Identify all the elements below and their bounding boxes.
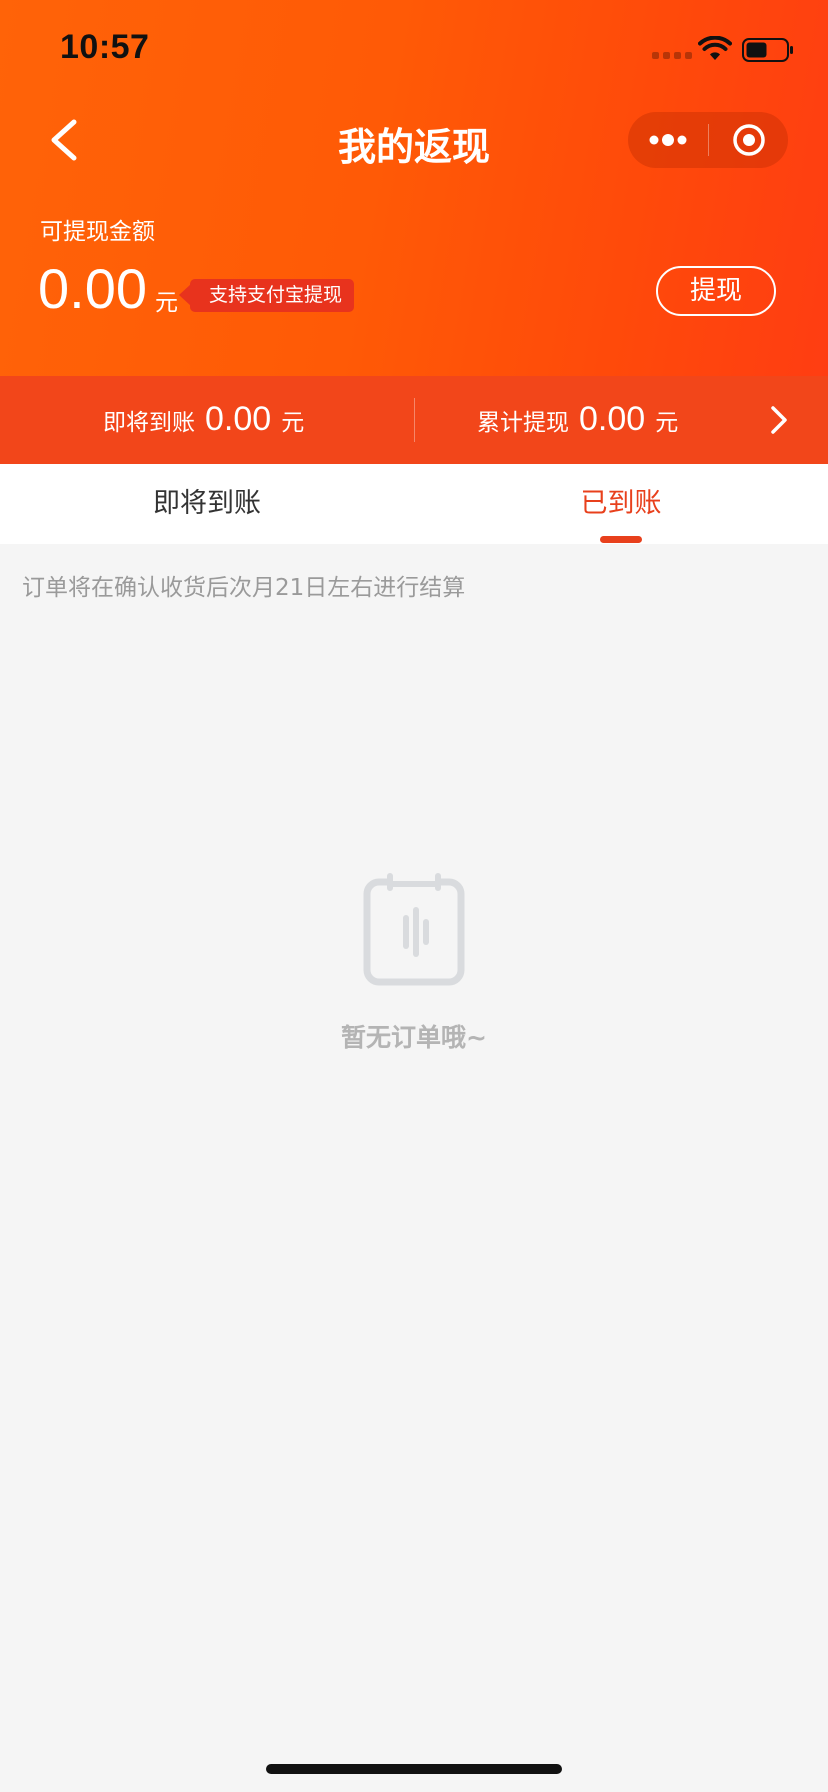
summary-total-unit: 元 [655,410,679,436]
summary-total-label: 累计提现 [477,410,569,436]
tab-bar: 即将到账 已到账 [0,464,828,544]
battery-icon [742,38,793,62]
close-button[interactable] [709,112,788,168]
chevron-right-icon[interactable] [768,404,790,436]
summary-total: 累计提现 0.00 元 [477,376,678,464]
alipay-support-tag: 支持支付宝提现 [178,279,355,312]
summary-pending-value: 0.00 [205,400,272,438]
summary-pending-unit: 元 [281,410,305,436]
summary-divider [414,398,415,442]
withdraw-button[interactable]: 提现 [656,266,776,316]
balance-unit: 元 [155,290,178,316]
page: 10:57 我的返现 可提现金额 0.00 元 支持支付宝提现 提现 即将到账 … [0,0,828,1792]
home-indicator [266,1764,562,1774]
cellular-signal-icon [652,52,692,59]
balance-amount: 0.00 [38,257,147,320]
target-circle-icon [732,124,765,156]
tab-active-indicator [600,536,642,543]
summary-pending-label: 即将到账 [103,410,195,436]
clipboard-icon [363,873,465,986]
wifi-icon [698,36,732,60]
mini-program-capsule [628,112,788,168]
summary-bar[interactable]: 即将到账 0.00 元 累计提现 0.00 元 [0,376,828,464]
more-dots-icon [649,134,687,146]
balance-label: 可提现金额 [40,219,155,245]
summary-total-value: 0.00 [579,400,646,438]
settlement-notice: 订单将在确认收货后次月21日左右进行结算 [22,575,466,601]
empty-state-text: 暂无订单哦~ [341,1023,487,1052]
more-button[interactable] [628,112,708,168]
status-time: 10:57 [60,28,150,66]
tab-pending[interactable]: 即将到账 [0,464,414,544]
tab-arrived[interactable]: 已到账 [414,464,828,544]
summary-pending: 即将到账 0.00 元 [103,376,304,464]
